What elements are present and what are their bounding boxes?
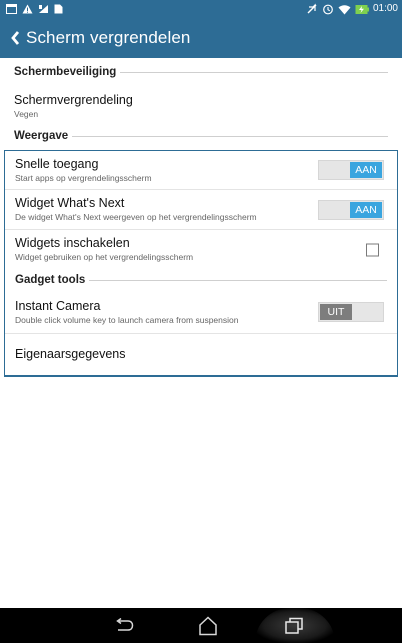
navigation-bar	[0, 608, 402, 643]
highlighted-settings-block: Snelle toegang Start apps op vergrendeli…	[4, 150, 398, 377]
page-title: Scherm vergrendelen	[26, 28, 191, 47]
owner-info-item[interactable]: Eigenaarsgegevens	[5, 333, 397, 375]
wifi-icon	[338, 4, 351, 15]
alarm-icon	[322, 3, 334, 15]
widgets-sub: Widget gebruiken op het vergrendelingssc…	[15, 252, 194, 262]
whats-next-item[interactable]: Widget What's Next De widget What's Next…	[5, 189, 397, 229]
home-nav-icon[interactable]	[188, 613, 228, 639]
warning-icon	[22, 4, 33, 14]
doc-icon	[54, 4, 63, 14]
section-header-display: Weergave	[0, 126, 402, 146]
signal-icon	[38, 4, 49, 14]
app-bar: Scherm vergrendelen	[0, 18, 402, 58]
toggle-label: UIT	[320, 304, 352, 320]
recents-nav-icon[interactable]	[274, 613, 314, 639]
settings-content: Schermbeveiliging Schermvergrendeling Ve…	[0, 58, 402, 377]
owner-info-title: Eigenaarsgegevens	[15, 347, 126, 361]
chevron-left-icon[interactable]	[4, 18, 26, 58]
instant-camera-toggle[interactable]: UIT	[318, 302, 384, 322]
quick-access-toggle[interactable]: AAN	[318, 160, 384, 180]
status-right-icons: 01:00	[306, 2, 398, 16]
screen-lock-item[interactable]: Schermvergrendeling Vegen	[0, 86, 402, 126]
screen-lock-title: Schermvergrendeling	[14, 92, 133, 107]
widgets-title: Widgets inschakelen	[15, 236, 130, 250]
status-time: 01:00	[372, 3, 398, 14]
section-header-gadget: Gadget tools	[5, 269, 397, 291]
quick-access-item[interactable]: Snelle toegang Start apps op vergrendeli…	[5, 151, 397, 189]
widgets-item[interactable]: Widgets inschakelen Widget gebruiken op …	[5, 229, 397, 269]
back-nav-icon[interactable]	[104, 613, 144, 639]
status-bar: 01:00	[0, 0, 402, 18]
toggle-label: AAN	[350, 162, 382, 178]
screenshot-icon	[6, 4, 17, 14]
status-left-icons	[6, 2, 63, 16]
toggle-label: AAN	[350, 201, 382, 218]
instant-camera-item[interactable]: Instant Camera Double click volume key t…	[5, 291, 397, 333]
widgets-checkbox[interactable]	[366, 243, 379, 256]
battery-icon	[355, 4, 369, 15]
section-header-security: Schermbeveiliging	[0, 58, 402, 86]
whats-next-toggle[interactable]: AAN	[318, 199, 384, 220]
no-sound-icon	[306, 3, 318, 15]
screen-lock-sub: Vegen	[14, 108, 39, 119]
